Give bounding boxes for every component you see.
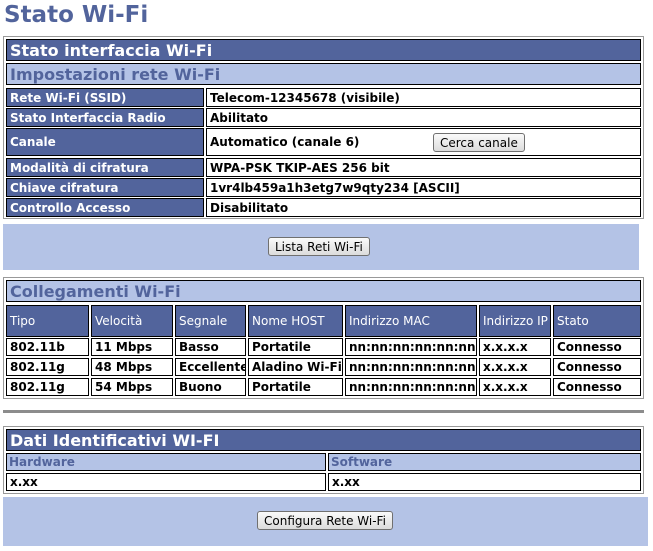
connections-header: Collegamenti Wi-Fi bbox=[6, 280, 641, 302]
setting-label: Stato Interfaccia Radio bbox=[6, 108, 204, 127]
configure-band: Configura Rete Wi-Fi bbox=[3, 497, 648, 546]
hardware-value: x.xx bbox=[6, 473, 326, 491]
table-cell: Connesso bbox=[553, 358, 641, 376]
table-cell: x.x.x.x bbox=[479, 378, 551, 396]
list-band: Lista Reti Wi-Fi bbox=[3, 224, 639, 270]
hardware-label: Hardware bbox=[6, 453, 326, 471]
scan-channel-button[interactable]: Cerca canale bbox=[433, 133, 525, 152]
column-header: Stato bbox=[553, 305, 641, 337]
table-cell: 802.11g bbox=[6, 358, 89, 376]
ident-header: Dati Identificativi WI-FI bbox=[6, 429, 641, 451]
setting-value: WPA-PSK TKIP-AES 256 bit bbox=[206, 158, 641, 177]
setting-label: Canale bbox=[6, 128, 204, 156]
setting-label: Chiave cifratura bbox=[6, 178, 204, 197]
setting-value-text: 1vr4lb459a1h3etg7w9qty234 [ASCII] bbox=[210, 180, 460, 195]
table-cell: 802.11g bbox=[6, 378, 89, 396]
table-cell: x.x.x.x bbox=[479, 358, 551, 376]
table-cell: Portatile bbox=[248, 378, 343, 396]
table-cell: Connesso bbox=[553, 378, 641, 396]
table-cell: nn:nn:nn:nn:nn:nn bbox=[345, 358, 477, 376]
table-cell: Connesso bbox=[553, 338, 641, 356]
list-networks-button[interactable]: Lista Reti Wi-Fi bbox=[268, 237, 370, 256]
table-cell: Basso bbox=[175, 338, 246, 356]
software-label: Software bbox=[328, 453, 641, 471]
setting-value-text: Automatico (canale 6) bbox=[210, 135, 360, 149]
table-cell: nn:nn:nn:nn:nn:nn bbox=[345, 338, 477, 356]
setting-value-text: WPA-PSK TKIP-AES 256 bit bbox=[210, 160, 390, 175]
setting-value-text: Disabilitato bbox=[210, 200, 289, 215]
setting-value: Telecom-12345678 (visibile) bbox=[206, 88, 641, 107]
table-cell: 54 Mbps bbox=[91, 378, 173, 396]
table-cell: nn:nn:nn:nn:nn:nn bbox=[345, 378, 477, 396]
column-header: Indirizzo IP bbox=[479, 305, 551, 337]
setting-value: Abilitato bbox=[206, 108, 641, 127]
interface-header: Stato interfaccia Wi-Fi bbox=[6, 39, 641, 61]
setting-label: Controllo Accesso bbox=[6, 198, 204, 217]
interface-subheader: Impostazioni rete Wi-Fi bbox=[6, 63, 641, 85]
setting-value: Disabilitato bbox=[206, 198, 641, 217]
column-header: Segnale bbox=[175, 305, 246, 337]
table-cell: 48 Mbps bbox=[91, 358, 173, 376]
setting-value-text: Abilitato bbox=[210, 110, 269, 125]
column-header: Indirizzo MAC bbox=[345, 305, 477, 337]
column-header: Velocità bbox=[91, 305, 173, 337]
setting-label: Rete Wi-Fi (SSID) bbox=[6, 88, 204, 107]
setting-label: Modalità di cifratura bbox=[6, 158, 204, 177]
divider bbox=[3, 410, 644, 413]
configure-network-button[interactable]: Configura Rete Wi-Fi bbox=[257, 511, 393, 530]
column-header: Tipo bbox=[6, 305, 89, 337]
setting-value-text: Telecom-12345678 (visibile) bbox=[210, 90, 400, 105]
table-cell: Eccellente bbox=[175, 358, 246, 376]
table-cell: Portatile bbox=[248, 338, 343, 356]
column-header: Nome HOST bbox=[248, 305, 343, 337]
table-cell: Aladino Wi-Fi bbox=[248, 358, 343, 376]
page-title: Stato Wi-Fi bbox=[4, 2, 149, 28]
table-cell: x.x.x.x bbox=[479, 338, 551, 356]
setting-value: 1vr4lb459a1h3etg7w9qty234 [ASCII] bbox=[206, 178, 641, 197]
table-cell: 802.11b bbox=[6, 338, 89, 356]
setting-value: Automatico (canale 6) Cerca canale bbox=[206, 128, 641, 156]
table-cell: 11 Mbps bbox=[91, 338, 173, 356]
software-value: x.xx bbox=[328, 473, 641, 491]
table-cell: Buono bbox=[175, 378, 246, 396]
